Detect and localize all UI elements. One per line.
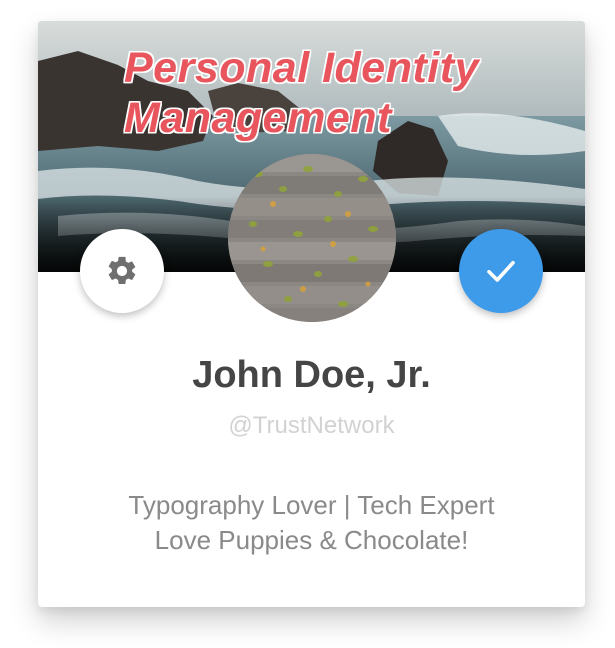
profile-card: Personal Identity Management John Doe, J… [38,21,585,607]
bio-line-2: Love Puppies & Chocolate! [154,525,469,555]
checkmark-icon [487,260,515,282]
profile-bio: Typography Lover | Tech Expert Love Pupp… [38,488,585,558]
headline-line-1: Personal Identity [124,44,479,92]
profile-handle: @TrustNetwork [228,412,395,439]
verify-button[interactable] [459,229,543,313]
profile-name: John Doe, Jr. [192,354,431,396]
avatar-photo [228,154,396,322]
bio-line-1: Typography Lover | Tech Expert [128,490,495,520]
headline-line-2: Management [124,94,392,142]
cover-headline: Personal Identity Management [124,43,564,143]
settings-button[interactable] [80,229,164,313]
avatar [228,154,396,322]
gear-icon [108,256,136,285]
